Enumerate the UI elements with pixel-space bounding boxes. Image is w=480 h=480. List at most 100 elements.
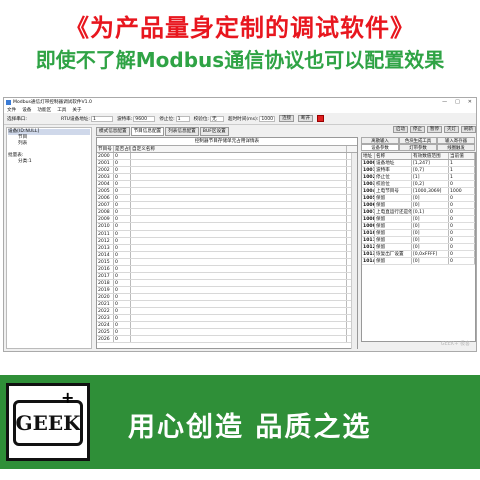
stop-select[interactable]: 1 <box>175 115 190 122</box>
param-row[interactable]: 1011 保留 [0] 0 <box>362 237 475 244</box>
cell-current[interactable]: 1000 <box>449 188 475 194</box>
col-custom-name[interactable]: 自定义名称 <box>131 146 347 152</box>
table-row[interactable]: 2008 0 <box>97 209 357 217</box>
cell-custom-name[interactable] <box>131 153 347 160</box>
table-row[interactable]: 2014 0 <box>97 251 357 259</box>
menu-tools[interactable]: 工具 <box>57 107 66 113</box>
cell-custom-name[interactable] <box>131 244 347 251</box>
cell-current[interactable]: 0 <box>449 216 475 222</box>
cell-current[interactable]: 0 <box>449 251 475 257</box>
cell-custom-name[interactable] <box>131 230 347 237</box>
param-row[interactable]: 1014 保留 [0] 0 <box>362 258 475 265</box>
param-row[interactable]: 1002 停止位 [1] 1 <box>362 174 475 181</box>
start-button[interactable]: 启动 <box>393 126 408 133</box>
tree-item-category[interactable]: 分类:1 <box>8 159 90 165</box>
cell-current[interactable]: 1 <box>449 174 475 180</box>
table-row[interactable]: 2022 0 <box>97 308 357 316</box>
param-row[interactable]: 1001 波特率 [0,7] 1 <box>362 167 475 174</box>
param-row[interactable]: 1006 保留 [0] 0 <box>362 202 475 209</box>
grid-scrollbar[interactable] <box>351 153 357 349</box>
tab-device-params[interactable]: 设备参数 <box>361 144 399 151</box>
table-row[interactable]: 2001 0 <box>97 160 357 168</box>
cell-custom-name[interactable] <box>131 329 347 336</box>
cell-custom-name[interactable] <box>131 272 347 279</box>
cell-custom-name[interactable] <box>131 315 347 322</box>
rtu-input[interactable]: 1 <box>90 115 113 122</box>
cell-custom-name[interactable] <box>131 174 347 181</box>
cell-custom-name[interactable] <box>131 336 347 343</box>
menu-function[interactable]: 功能区 <box>37 107 51 113</box>
minimize-icon[interactable]: — <box>442 99 447 105</box>
parity-select[interactable]: 无 <box>209 115 224 122</box>
table-row[interactable]: 2003 0 <box>97 174 357 182</box>
tab-coil-trigger[interactable]: 线圈触发 <box>437 144 475 151</box>
cell-custom-name[interactable] <box>131 216 347 223</box>
tab-strip-params[interactable]: 灯带参数 <box>399 144 437 151</box>
menu-file[interactable]: 文件 <box>7 107 16 113</box>
tab-buf-config[interactable]: BUF区设置 <box>199 127 229 136</box>
timeout-input[interactable]: 1000 <box>259 115 276 122</box>
table-row[interactable]: 2018 0 <box>97 279 357 287</box>
cell-custom-name[interactable] <box>131 223 347 230</box>
param-row[interactable]: 1005 保留 [0] 0 <box>362 195 475 202</box>
table-row[interactable]: 2000 0 <box>97 153 357 161</box>
table-row[interactable]: 2025 0 <box>97 329 357 337</box>
cell-custom-name[interactable] <box>131 286 347 293</box>
tab-discrete-input[interactable]: 离散输入 <box>361 137 399 144</box>
cell-current[interactable]: 1 <box>449 167 475 173</box>
cell-current[interactable]: 0 <box>449 181 475 187</box>
table-row[interactable]: 2011 0 <box>97 230 357 238</box>
cell-custom-name[interactable] <box>131 258 347 265</box>
col-occupied[interactable]: 是否占用 <box>114 146 131 152</box>
param-row[interactable]: 1008 保留 [0] 0 <box>362 216 475 223</box>
maximize-icon[interactable]: □ <box>455 99 460 105</box>
cell-custom-name[interactable] <box>131 181 347 188</box>
cell-custom-name[interactable] <box>131 202 347 209</box>
lights-off-button[interactable]: 灭灯 <box>444 126 459 133</box>
cell-custom-name[interactable] <box>131 279 347 286</box>
col-program-no[interactable]: 节目号 <box>97 146 114 152</box>
param-row[interactable]: 1004 上电节目号 [1000,3069] 1000 <box>362 188 475 195</box>
cell-custom-name[interactable] <box>131 160 347 167</box>
table-row[interactable]: 2005 0 <box>97 188 357 196</box>
tab-input-register[interactable]: 输入寄存器 <box>437 137 475 144</box>
param-row[interactable]: 1012 保留 [0] 0 <box>362 244 475 251</box>
tab-program-config[interactable]: 节目信息配置 <box>130 127 165 136</box>
cell-custom-name[interactable] <box>131 293 347 300</box>
menu-about[interactable]: 关于 <box>72 107 81 113</box>
cell-current[interactable]: 0 <box>449 223 475 229</box>
param-row[interactable]: 1013 恢复出厂设置 [0,0xFFFF] 0 <box>362 251 475 258</box>
table-row[interactable]: 2017 0 <box>97 272 357 280</box>
table-row[interactable]: 2006 0 <box>97 195 357 203</box>
table-row[interactable]: 2013 0 <box>97 244 357 252</box>
table-row[interactable]: 2015 0 <box>97 258 357 266</box>
table-row[interactable]: 2026 0 <box>97 336 357 344</box>
table-row[interactable]: 2007 0 <box>97 202 357 210</box>
table-row[interactable]: 2016 0 <box>97 265 357 273</box>
cell-custom-name[interactable] <box>131 251 347 258</box>
tab-color-tool[interactable]: 色块生成工具 <box>399 137 437 144</box>
disconnect-button[interactable]: 断开 <box>298 115 314 122</box>
tab-mode-config[interactable]: 模式信息配置 <box>96 127 130 136</box>
tab-list-config[interactable]: 列表信息配置 <box>165 127 199 136</box>
cell-custom-name[interactable] <box>131 188 347 195</box>
cell-current[interactable]: 0 <box>449 195 475 201</box>
table-row[interactable]: 2021 0 <box>97 300 357 309</box>
table-row[interactable]: 2010 0 <box>97 223 357 231</box>
table-row[interactable]: 2023 0 <box>97 315 357 323</box>
table-row[interactable]: 2002 0 <box>97 167 357 175</box>
cell-current[interactable]: 0 <box>449 209 475 215</box>
cell-current[interactable]: 0 <box>449 258 475 264</box>
table-row[interactable]: 2012 0 <box>97 237 357 245</box>
table-row[interactable]: 2019 0 <box>97 286 357 294</box>
cell-custom-name[interactable] <box>131 265 347 272</box>
cell-current[interactable]: 0 <box>449 244 475 250</box>
cell-custom-name[interactable] <box>131 308 347 315</box>
cell-custom-name[interactable] <box>131 195 347 202</box>
pause-button[interactable]: 暂停 <box>427 126 442 133</box>
table-row[interactable]: 2024 0 <box>97 322 357 330</box>
menu-device[interactable]: 设备 <box>22 107 31 113</box>
table-row[interactable]: 2009 0 <box>97 216 357 224</box>
connect-button[interactable]: 连接 <box>279 115 295 122</box>
table-row[interactable]: 2004 0 <box>97 181 357 189</box>
